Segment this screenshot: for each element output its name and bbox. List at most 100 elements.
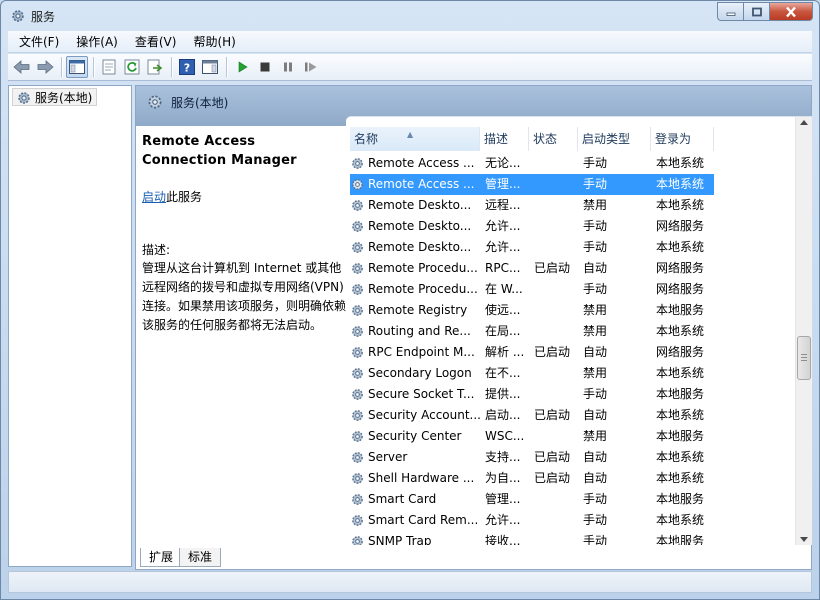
- service-name: Smart Card: [368, 492, 437, 506]
- service-gear-icon: [352, 494, 363, 505]
- column-header-startup-type[interactable]: 启动类型: [578, 127, 651, 151]
- window-title: 服务: [31, 10, 56, 24]
- back-button[interactable]: [11, 56, 33, 78]
- menu-help[interactable]: 帮助(H): [182, 32, 241, 52]
- tab-standard[interactable]: 标准: [179, 548, 222, 567]
- service-name: Remote Procedu...: [368, 261, 478, 275]
- service-row[interactable]: Remote Registry 使远... 禁用 本地服务: [350, 300, 714, 321]
- column-header-status[interactable]: 状态: [529, 127, 578, 151]
- service-description-cell: 在 W...: [485, 282, 523, 296]
- scrollbar-thumb[interactable]: [797, 336, 811, 380]
- service-row[interactable]: Server 支持... 已启动 自动 本地系统: [350, 447, 714, 468]
- tab-extended[interactable]: 扩展: [140, 548, 183, 567]
- service-description-cell: 在局...: [485, 324, 521, 338]
- sort-ascending-icon: ▲: [407, 130, 414, 139]
- service-logon-cell: 本地系统: [656, 240, 705, 254]
- service-status-cell: 已启动: [534, 261, 571, 275]
- service-logon-cell: 本地服务: [656, 303, 705, 317]
- service-logon-cell: 本地系统: [656, 156, 705, 170]
- service-description: 管理从这台计算机到 Internet 或其他远程网络的拨号和虚拟专用网络(VPN…: [142, 261, 347, 332]
- service-row[interactable]: Remote Procedu... RPC... 已启动 自动 网络服务: [350, 258, 714, 279]
- start-service-button[interactable]: [231, 56, 253, 78]
- show-action-pane-button[interactable]: [199, 56, 221, 78]
- service-row[interactable]: Remote Procedu... 在 W... 手动 网络服务: [350, 279, 714, 300]
- scroll-up-arrow-icon[interactable]: [800, 120, 808, 125]
- service-startup-type-cell: 手动: [583, 240, 608, 254]
- refresh-button[interactable]: [121, 56, 143, 78]
- service-logon-cell: 本地系统: [656, 177, 705, 191]
- service-startup-type-cell: 自动: [583, 471, 608, 485]
- stop-service-button[interactable]: [254, 56, 276, 78]
- pause-service-button[interactable]: [277, 56, 299, 78]
- service-name: SNMP Trap: [368, 534, 432, 545]
- service-status-cell: 已启动: [534, 408, 571, 422]
- service-row[interactable]: Shell Hardware ... 为自... 已启动 自动 本地系统: [350, 468, 714, 489]
- service-row[interactable]: Smart Card 管理... 手动 本地服务: [350, 489, 714, 510]
- start-service-link[interactable]: 启动: [142, 190, 166, 204]
- scroll-down-arrow-icon[interactable]: [800, 537, 808, 542]
- service-status-cell: [529, 426, 578, 447]
- service-row[interactable]: Routing and Re... 在局... 禁用 本地系统: [350, 321, 714, 342]
- service-row[interactable]: Smart Card Rem... 允许... 手动 本地系统: [350, 510, 714, 531]
- service-name-cell: Remote Access ...: [350, 153, 480, 174]
- service-name-cell: Shell Hardware ...: [350, 468, 480, 489]
- service-name-cell: Server: [350, 447, 480, 468]
- resume-icon: [305, 62, 317, 72]
- service-description-cell: 远程...: [485, 198, 521, 212]
- service-status-cell: [529, 510, 578, 531]
- show-hide-console-tree-button[interactable]: [66, 56, 88, 78]
- service-description-cell: 为自...: [485, 471, 521, 485]
- service-row[interactable]: Secure Socket T... 提供... 手动 本地服务: [350, 384, 714, 405]
- properties-button[interactable]: [98, 56, 120, 78]
- column-header-log-on-as[interactable]: 登录为: [651, 127, 714, 151]
- service-logon-cell: 本地服务: [656, 534, 705, 545]
- export-list-icon: [147, 59, 163, 75]
- menu-action[interactable]: 操作(A): [65, 32, 124, 52]
- service-description-cell: 接收...: [485, 534, 521, 545]
- service-gear-icon: [352, 242, 363, 253]
- pane-title: 服务(本地): [171, 96, 229, 110]
- tree-item-services-local[interactable]: 服务(本地): [12, 88, 98, 106]
- service-gear-icon: [352, 200, 363, 211]
- service-row[interactable]: RPC Endpoint M... 解析 ... 已启动 自动 网络服务: [350, 342, 714, 363]
- service-startup-type-cell: 手动: [583, 387, 608, 401]
- service-logon-cell: 本地系统: [656, 366, 705, 380]
- resume-service-button[interactable]: [300, 56, 322, 78]
- help-button[interactable]: ?: [176, 56, 198, 78]
- service-name: Security Center: [368, 429, 462, 443]
- description-label: 描述:: [142, 243, 171, 257]
- service-row[interactable]: Remote Deskto... 允许... 手动 本地系统: [350, 237, 714, 258]
- export-list-button[interactable]: [144, 56, 166, 78]
- close-button[interactable]: [769, 2, 813, 21]
- service-description-cell: 管理...: [485, 492, 521, 506]
- service-row[interactable]: Remote Deskto... 允许... 手动 网络服务: [350, 216, 714, 237]
- maximize-button[interactable]: [743, 2, 769, 21]
- service-row[interactable]: Security Center WSC... 禁用 本地服务: [350, 426, 714, 447]
- start-service-suffix: 此服务: [166, 190, 203, 204]
- service-gear-icon: [352, 368, 363, 379]
- start-service-line: 启动此服务: [142, 188, 342, 205]
- service-row[interactable]: Security Account... 启动... 已启动 自动 本地系统: [350, 405, 714, 426]
- vertical-scrollbar[interactable]: [795, 117, 812, 545]
- menu-bar: 文件(F) 操作(A) 查看(V) 帮助(H): [8, 31, 812, 53]
- forward-button[interactable]: [34, 56, 56, 78]
- service-description-cell: 管理...: [485, 177, 521, 191]
- service-gear-icon: [352, 179, 363, 190]
- play-icon: [238, 61, 248, 73]
- column-header-description[interactable]: 描述: [480, 127, 529, 151]
- minimize-button[interactable]: [717, 2, 743, 21]
- service-row[interactable]: SNMP Trap 接收... 手动 本地服务: [350, 531, 714, 545]
- services-gear-icon: [18, 92, 30, 104]
- service-logon-cell: 网络服务: [656, 282, 705, 296]
- menu-file[interactable]: 文件(F): [8, 32, 65, 52]
- service-description-cell: 允许...: [485, 219, 521, 233]
- service-row[interactable]: Secondary Logon 在不... 禁用 本地系统: [350, 363, 714, 384]
- service-row[interactable]: Remote Access ... 无论... 手动 本地系统: [350, 153, 714, 174]
- menu-view[interactable]: 查看(V): [124, 32, 183, 52]
- service-row[interactable]: Remote Deskto... 远程... 禁用 本地系统: [350, 195, 714, 216]
- service-name: Remote Deskto...: [368, 219, 472, 233]
- service-name: Remote Access ...: [368, 156, 475, 170]
- service-logon-cell: 本地服务: [656, 429, 705, 443]
- column-header-name[interactable]: ▲ 名称: [350, 127, 480, 151]
- service-row[interactable]: Remote Access ... 管理... 手动 本地系统: [350, 174, 714, 195]
